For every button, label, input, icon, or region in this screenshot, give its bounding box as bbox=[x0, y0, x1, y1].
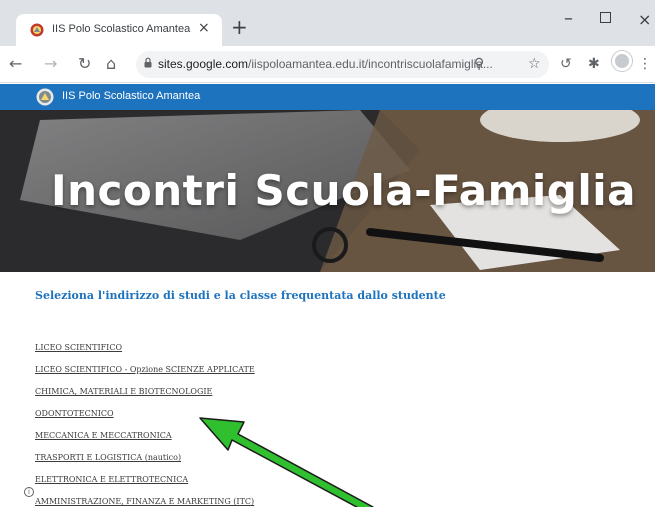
menu-icon[interactable]: ⋮ bbox=[638, 56, 652, 72]
tab-title: IIS Polo Scolastico Amantea bbox=[52, 23, 191, 35]
back-arrow-icon[interactable]: ← bbox=[9, 54, 22, 73]
url-path: /iispoloamantea.edu.it/incontriscuolafam… bbox=[248, 57, 493, 71]
tab-close-icon[interactable]: × bbox=[198, 20, 210, 36]
zoom-icon[interactable]: ⚲ bbox=[474, 56, 484, 72]
list-item: AMMINISTRAZIONE, FINANZA E MARKETING (IT… bbox=[35, 489, 255, 507]
close-window-button[interactable]: × bbox=[638, 10, 651, 29]
list-item: LICEO SCIENTIFICO bbox=[35, 335, 255, 357]
link-trasporti[interactable]: TRASPORTI E LOGISTICA (nautico) bbox=[35, 453, 181, 462]
bookmark-star-icon[interactable]: ☆ bbox=[528, 56, 541, 72]
minimize-button[interactable]: – bbox=[564, 8, 573, 29]
history-icon[interactable]: ↺ bbox=[560, 56, 572, 72]
list-item: ELETTRONICA E ELETTROTECNICA bbox=[35, 467, 255, 489]
list-item: ODONTOTECNICO bbox=[35, 401, 255, 423]
address-bar[interactable]: sites.google.com/iispoloamantea.edu.it/i… bbox=[136, 51, 549, 78]
home-icon[interactable]: ⌂ bbox=[106, 54, 116, 73]
link-odontotecnico[interactable]: ODONTOTECNICO bbox=[35, 409, 114, 418]
list-item: LICEO SCIENTIFICO - Opzione SCIENZE APPL… bbox=[35, 357, 255, 379]
browser-tab[interactable]: IIS Polo Scolastico Amantea × bbox=[16, 14, 222, 46]
extensions-icon[interactable]: ✱ bbox=[588, 56, 600, 72]
lock-icon bbox=[144, 57, 152, 68]
hero-title: Incontri Scuola-Famiglia bbox=[51, 166, 636, 215]
school-emblem-icon bbox=[36, 88, 54, 106]
link-amministrazione[interactable]: AMMINISTRAZIONE, FINANZA E MARKETING (IT… bbox=[35, 497, 254, 506]
url-text: sites.google.com/iispoloamantea.edu.it/i… bbox=[158, 57, 493, 71]
browser-toolbar: ← → ↻ ⌂ sites.google.com/iispoloamantea.… bbox=[0, 46, 655, 83]
link-scienze-applicate[interactable]: LICEO SCIENTIFICO - Opzione SCIENZE APPL… bbox=[35, 365, 255, 374]
course-list: LICEO SCIENTIFICO LICEO SCIENTIFICO - Op… bbox=[35, 335, 255, 507]
reload-icon[interactable]: ↻ bbox=[78, 54, 91, 73]
list-item: MECCANICA E MECCATRONICA bbox=[35, 423, 255, 445]
site-header: IIS Polo Scolastico Amantea bbox=[0, 84, 655, 110]
profile-avatar[interactable] bbox=[612, 51, 632, 71]
forward-arrow-icon[interactable]: → bbox=[44, 54, 57, 73]
page-content: Seleziona l'indirizzo di studi e la clas… bbox=[0, 272, 655, 507]
school-logo-icon bbox=[30, 23, 44, 37]
url-domain: sites.google.com bbox=[158, 57, 249, 71]
list-item: TRASPORTI E LOGISTICA (nautico) bbox=[35, 445, 255, 467]
section-heading: Seleziona l'indirizzo di studi e la clas… bbox=[35, 289, 446, 302]
list-item: CHIMICA, MATERIALI E BIOTECNOLOGIE bbox=[35, 379, 255, 401]
info-icon[interactable]: i bbox=[24, 487, 34, 497]
link-liceo-scientifico[interactable]: LICEO SCIENTIFICO bbox=[35, 343, 122, 352]
link-meccanica[interactable]: MECCANICA E MECCATRONICA bbox=[35, 431, 172, 440]
link-elettronica[interactable]: ELETTRONICA E ELETTROTECNICA bbox=[35, 475, 188, 484]
site-name[interactable]: IIS Polo Scolastico Amantea bbox=[62, 90, 200, 102]
new-tab-button[interactable]: + bbox=[231, 17, 248, 37]
maximize-button[interactable] bbox=[600, 12, 611, 23]
hero-banner: Incontri Scuola-Famiglia bbox=[0, 110, 655, 272]
link-chimica[interactable]: CHIMICA, MATERIALI E BIOTECNOLOGIE bbox=[35, 387, 212, 396]
tab-strip: IIS Polo Scolastico Amantea × + – × bbox=[0, 0, 655, 46]
